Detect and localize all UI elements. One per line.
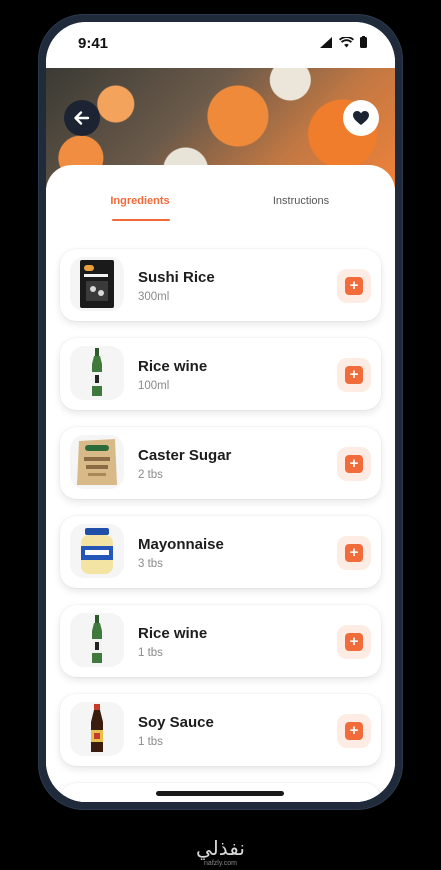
ingredient-quantity: 2 tbs [138, 469, 163, 481]
add-ingredient-button[interactable]: + [337, 714, 371, 748]
watermark-logo: نفذلي [196, 836, 245, 860]
plus-icon: + [345, 366, 363, 384]
ingredient-quantity: 100ml [138, 380, 170, 392]
ingredient-thumbnail [70, 702, 124, 756]
ingredients-sheet: Ingredients Instructions Sushi Rice 300m… [46, 165, 395, 802]
ingredient-name: Soy Sauce [138, 714, 214, 731]
sugar-bag-icon [77, 439, 117, 485]
ingredient-name: Mayonnaise [138, 536, 224, 553]
ingredient-card[interactable]: Caster Sugar 2 tbs + [60, 427, 381, 499]
plus-icon: + [345, 455, 363, 473]
ingredient-thumbnail [70, 346, 124, 400]
ingredient-quantity: 1 tbs [138, 647, 163, 659]
tab-ingredients[interactable]: Ingredients [80, 195, 200, 207]
heart-icon [353, 111, 369, 125]
arrow-left-icon [74, 111, 90, 125]
ingredient-quantity: 1 tbs [138, 736, 163, 748]
add-ingredient-button[interactable]: + [337, 358, 371, 392]
status-time: 9:41 [78, 35, 109, 52]
ingredient-card[interactable]: Mayonnaise 3 tbs + [60, 516, 381, 588]
wifi-icon [339, 36, 354, 47]
battery-icon [360, 36, 367, 48]
mayo-jar-icon [81, 528, 113, 574]
rice-bag-icon [80, 260, 114, 308]
favorite-button[interactable] [343, 100, 379, 136]
ingredient-thumbnail [70, 435, 124, 489]
ingredient-card[interactable]: Rice wine 100ml + [60, 338, 381, 410]
ingredient-quantity: 300ml [138, 291, 170, 303]
add-ingredient-button[interactable]: + [337, 536, 371, 570]
plus-icon: + [345, 722, 363, 740]
add-ingredient-button[interactable]: + [337, 269, 371, 303]
ingredient-card[interactable]: Soy Sauce 1 tbs + [60, 694, 381, 766]
ingredient-thumbnail [70, 524, 124, 578]
watermark-url: nafzly.com [204, 860, 237, 867]
soy-bottle-icon [91, 704, 103, 752]
plus-icon: + [345, 544, 363, 562]
plus-icon: + [345, 633, 363, 651]
ingredient-name: Rice wine [138, 358, 208, 375]
ingredient-card[interactable]: Rice wine 1 tbs + [60, 605, 381, 677]
ingredient-name: Caster Sugar [138, 447, 232, 464]
ingredient-name: Sushi Rice [138, 269, 215, 286]
ingredient-name: Rice wine [138, 625, 208, 642]
add-ingredient-button[interactable]: + [337, 447, 371, 481]
ingredient-thumbnail [70, 257, 124, 311]
cellular-signal-icon [320, 36, 332, 48]
recipe-tabs: Ingredients Instructions [46, 195, 395, 229]
plus-icon: + [345, 277, 363, 295]
bottle-icon [92, 615, 102, 663]
back-button[interactable] [64, 100, 100, 136]
status-icons [320, 36, 367, 48]
ingredient-thumbnail [70, 613, 124, 667]
ingredient-card[interactable]: Sushi Rice 300ml + [60, 249, 381, 321]
phone-frame: 9:41 Ingredients Instructions Sushi Rice… [38, 14, 403, 810]
ingredient-quantity: 3 tbs [138, 558, 163, 570]
app-screen: 9:41 Ingredients Instructions Sushi Rice… [46, 22, 395, 802]
active-tab-indicator [112, 219, 170, 221]
tab-instructions[interactable]: Instructions [241, 195, 361, 207]
add-ingredient-button[interactable]: + [337, 625, 371, 659]
bottle-icon [92, 348, 102, 396]
home-indicator [156, 791, 284, 796]
status-bar: 9:41 [46, 22, 395, 68]
